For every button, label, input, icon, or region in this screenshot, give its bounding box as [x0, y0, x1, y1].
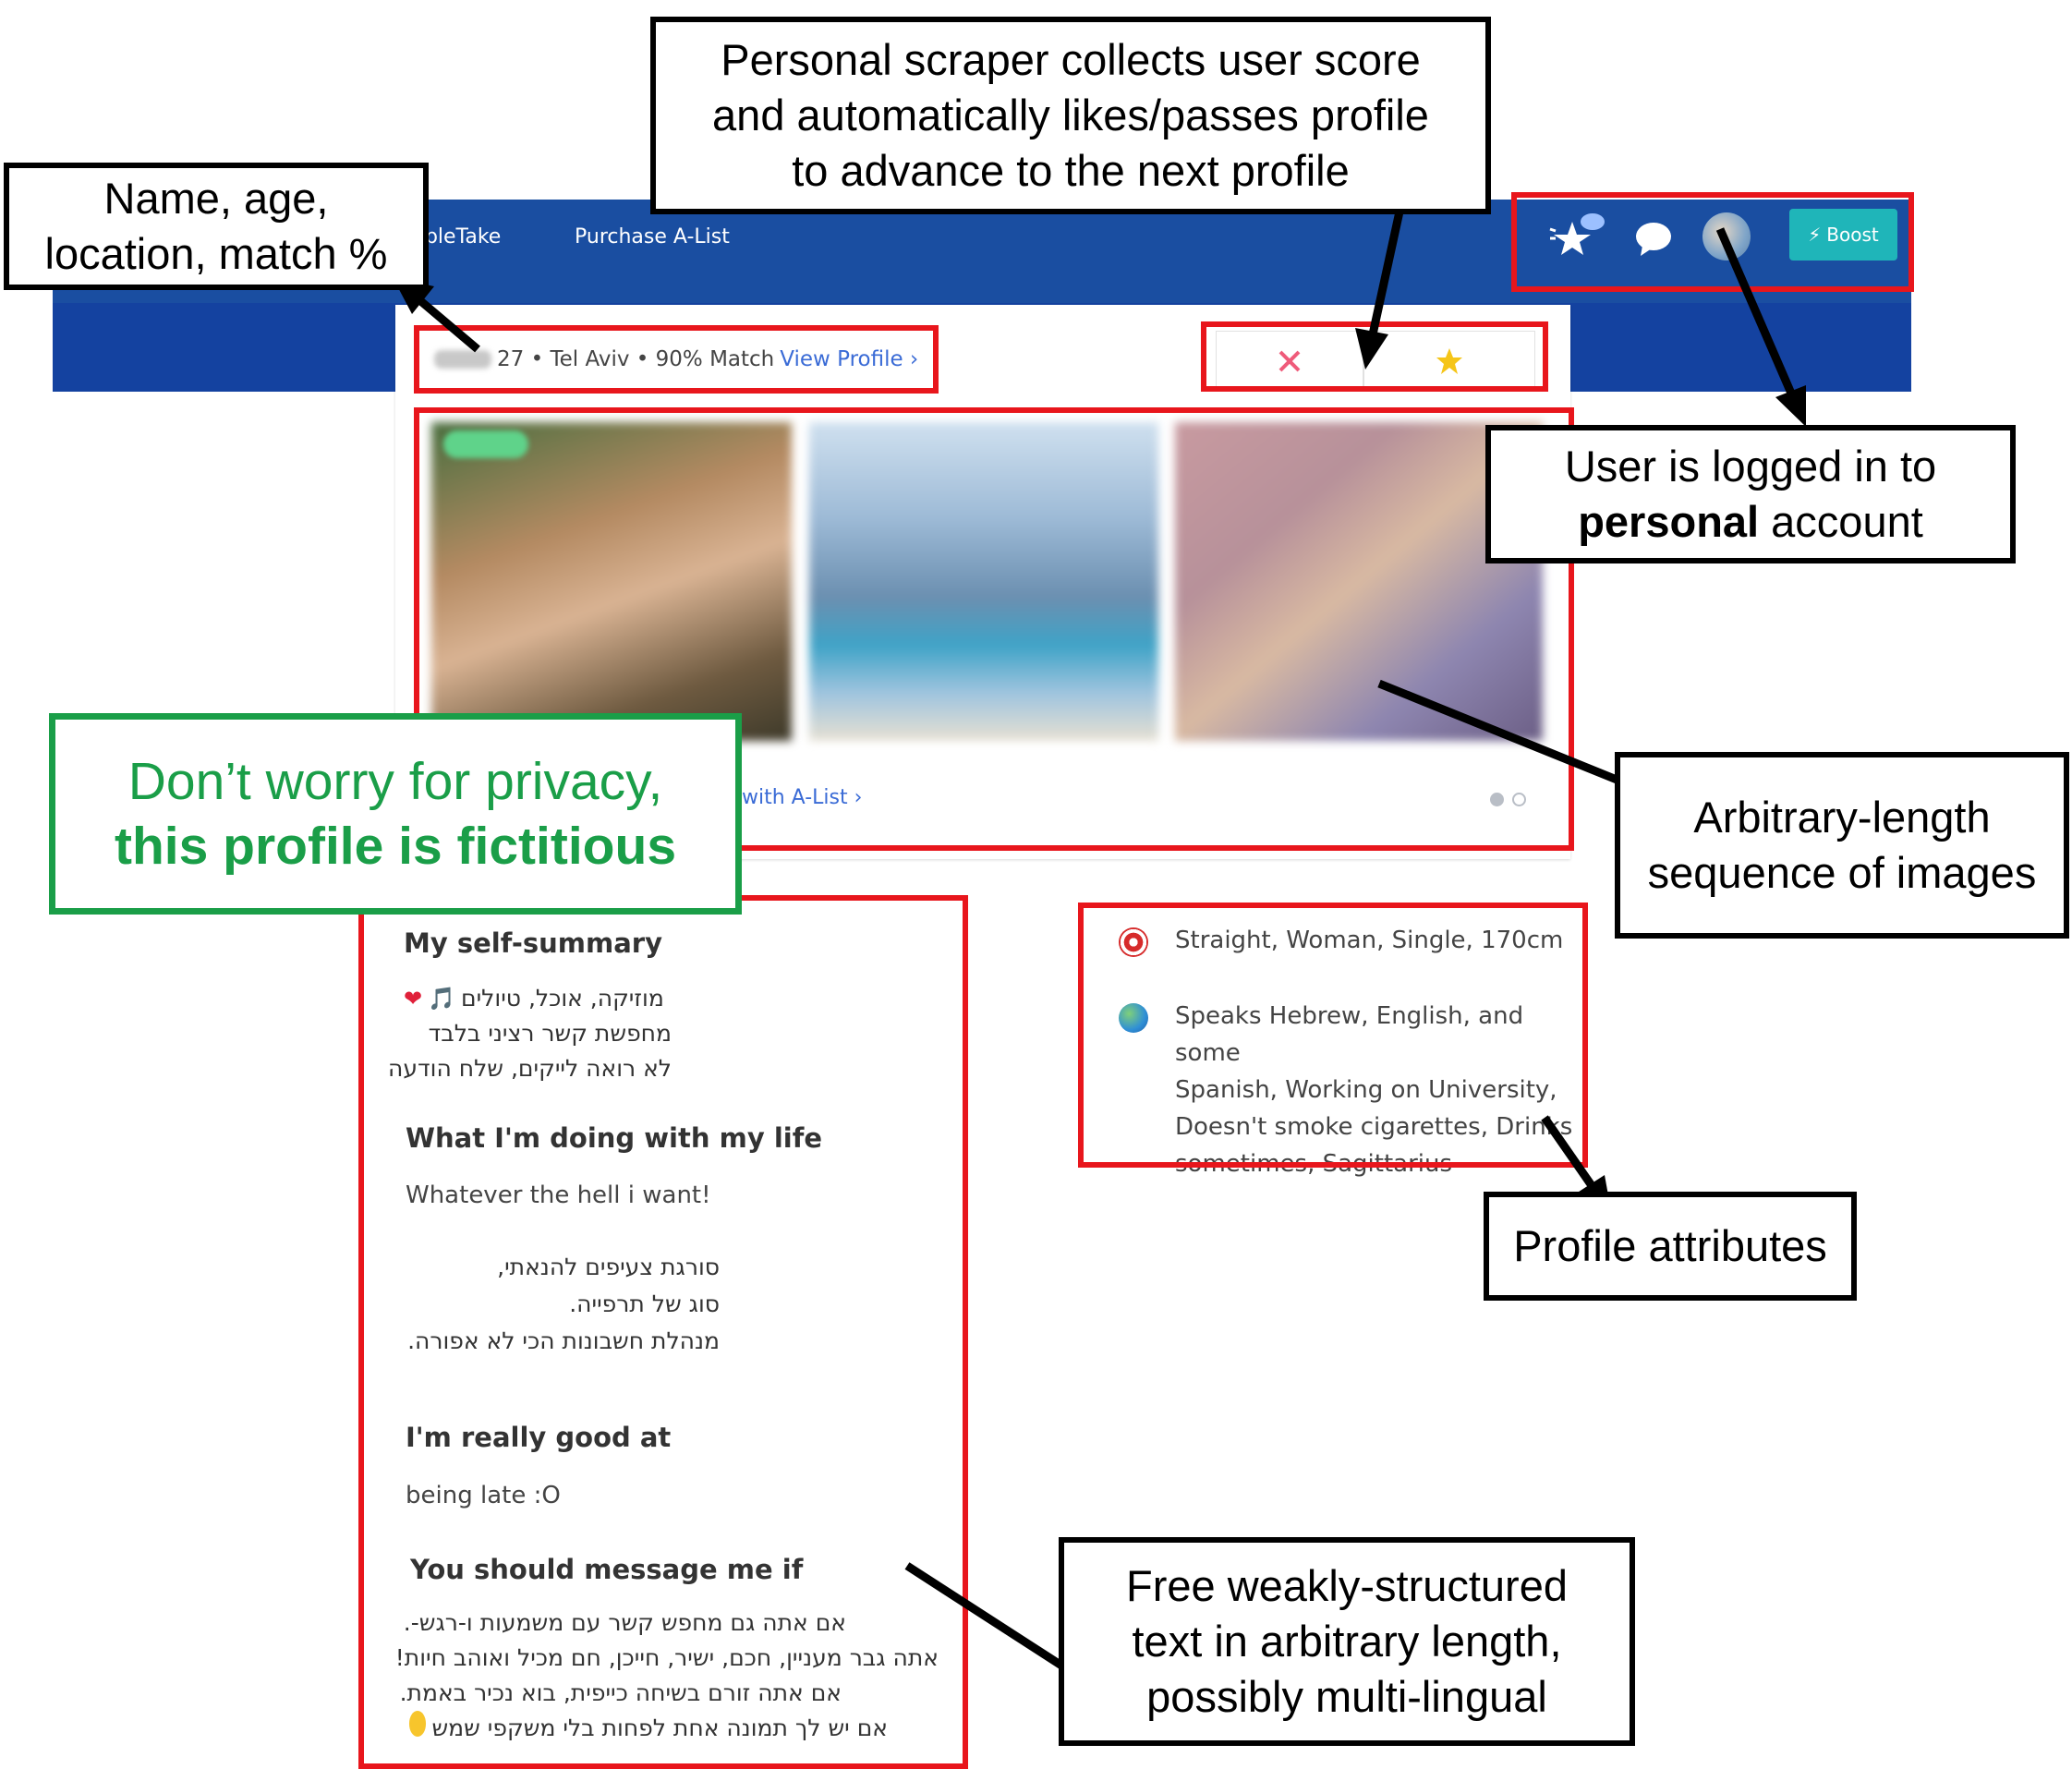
- annotation-free-text: Free weakly-structured text in arbitrary…: [1059, 1537, 1635, 1746]
- annotation-scraper: Personal scraper collects user score and…: [650, 17, 1491, 214]
- annotation-images: Arbitrary-length sequence of images: [1615, 752, 2069, 939]
- annotation-name: Name, age, location, match %: [4, 163, 429, 290]
- annotation-attributes: Profile attributes: [1484, 1192, 1857, 1301]
- annotation-privacy: Don’t worry for privacy, this profile is…: [49, 713, 742, 915]
- annotation-logged-in: User is logged in to personal account: [1485, 425, 2016, 563]
